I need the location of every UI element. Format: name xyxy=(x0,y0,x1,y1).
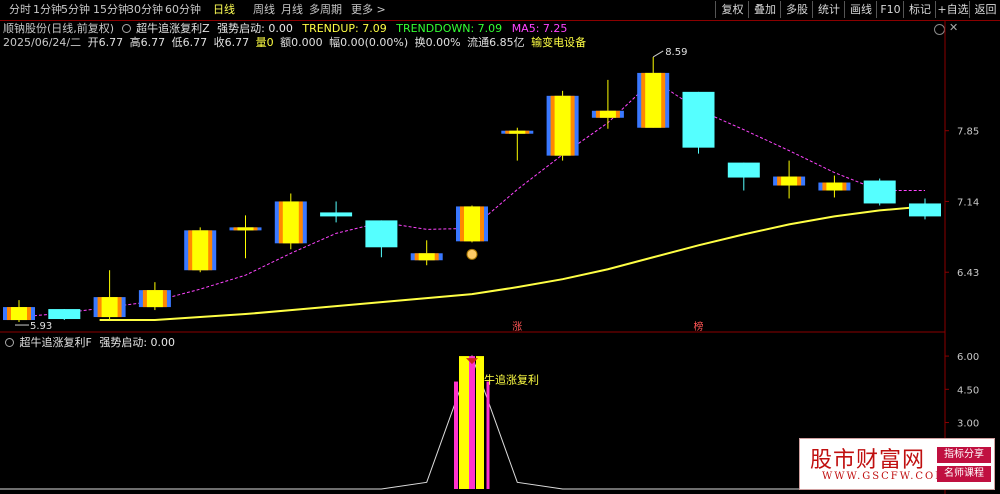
money-bag-icon xyxy=(466,248,478,260)
candle-body-core xyxy=(464,206,480,242)
candle-body xyxy=(727,162,760,178)
sub-y-tick-label: 4.50 xyxy=(957,385,979,396)
candle-body-core xyxy=(11,307,27,321)
watermark-tag-course: 名师课程 xyxy=(937,466,991,482)
candle-body xyxy=(365,220,398,248)
candle-body xyxy=(863,180,896,204)
low-annotation: 5.93 xyxy=(30,321,52,332)
signal-label: 牛追涨复利 xyxy=(484,373,539,387)
candle-body-core xyxy=(781,176,798,186)
candle-body-core xyxy=(509,130,526,134)
candle-body-core xyxy=(599,110,616,118)
y-tick-label: 7.85 xyxy=(957,127,979,138)
candle-body xyxy=(48,309,81,320)
candle-body-core xyxy=(418,253,435,261)
sub-indicator-name[interactable]: 超牛追涨复利F xyxy=(20,336,92,349)
y-tick-label: 7.14 xyxy=(957,197,979,208)
y-tick-label: 6.43 xyxy=(957,268,979,279)
candle-body xyxy=(682,91,715,148)
sub-strong-start-value: 强势启动: 0.00 xyxy=(99,336,176,349)
trendup-line xyxy=(99,205,926,322)
sub-indicator-header: 超牛追涨复利F 强势启动: 0.00 xyxy=(3,336,175,349)
watermark-title: 股市财富网 xyxy=(810,448,926,473)
marker-label: 榜 xyxy=(694,320,704,333)
watermark-url: WWW.GSCFW.COM xyxy=(822,471,948,482)
signal-bar xyxy=(486,381,490,489)
watermark-tag-share: 指标分享 xyxy=(937,447,991,463)
candle-body-core xyxy=(554,95,571,156)
price-chart[interactable]: 7.85 7.14 6.43 8.59 5.93 涨 榜 6.00 4.50 3.00 牛追涨复利 xyxy=(0,0,1000,494)
candle-body-core xyxy=(101,297,118,318)
high-annotation: 8.59 xyxy=(665,47,687,58)
candle-body-core xyxy=(237,227,254,231)
signal-bar xyxy=(459,356,469,489)
candle-body-core xyxy=(826,182,843,191)
sub-y-tick-label: 6.00 xyxy=(957,352,979,363)
site-watermark: 股市财富网 WWW.GSCFW.COM 指标分享 名师课程 xyxy=(799,438,995,490)
candle-body xyxy=(320,212,353,217)
sub-y-tick-label: 3.00 xyxy=(957,419,979,430)
signal-bar xyxy=(454,381,458,489)
signal-bar xyxy=(469,356,475,489)
signal-bar xyxy=(476,356,484,489)
candle-body-core xyxy=(645,72,662,128)
candle-body-core xyxy=(282,201,299,244)
candle-body-core xyxy=(146,290,163,308)
sub-indicator-settings-icon[interactable] xyxy=(5,338,14,347)
high-annotation-arrow xyxy=(652,50,664,58)
candle-body xyxy=(909,203,941,217)
candle-body-core xyxy=(192,230,209,271)
marker-label: 涨 xyxy=(512,321,522,333)
